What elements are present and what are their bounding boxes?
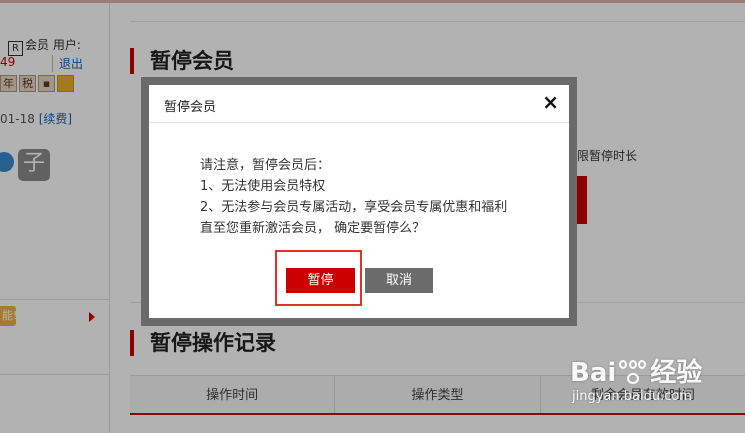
confirm-pause-button[interactable]: 暂停 xyxy=(286,268,355,293)
close-icon[interactable]: × xyxy=(542,91,559,113)
watermark-url: jingyan.baidu.com xyxy=(572,389,692,404)
baidu-jingyan-watermark: Bai 经验 jingyan.baidu.com xyxy=(570,352,702,404)
dialog-line: 请注意，暂停会员后： xyxy=(200,158,331,173)
paw-icon xyxy=(618,359,648,388)
dialog-title: 暂停会员 xyxy=(164,100,217,115)
dialog-line: 直至您重新激活会员， 确定要暂停么？ xyxy=(200,221,426,236)
dialog-message: 请注意，暂停会员后： 1、无法使用会员特权 2、无法参与会员专属活动，享受会员专… xyxy=(200,155,507,239)
watermark-logo: Bai 经验 xyxy=(570,352,702,389)
watermark-logo-right: 经验 xyxy=(650,358,703,388)
dialog-line: 2、无法参与会员专属活动，享受会员专属优惠和福利 xyxy=(200,200,508,215)
pause-member-dialog: 暂停会员 × 请注意，暂停会员后： 1、无法使用会员特权 2、无法参与会员专属活… xyxy=(141,77,577,326)
dialog-header: 暂停会员 × xyxy=(149,85,569,123)
watermark-logo-left: Bai xyxy=(570,358,617,388)
cancel-button[interactable]: 取消 xyxy=(365,268,433,293)
dialog-line: 1、无法使用会员特权 xyxy=(200,179,326,194)
